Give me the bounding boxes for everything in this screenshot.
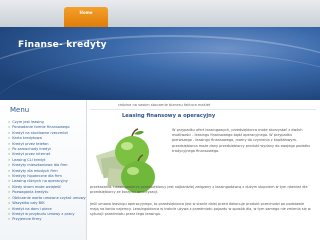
menu-title: Menu xyxy=(10,106,30,114)
sidebar: Menu Czym jest leasing Porwadanie formie… xyxy=(0,100,87,240)
article-title[interactable]: Leasing finansowy a operacyjny xyxy=(122,113,215,119)
article-paragraph: W przypadku ofert leasingowych, przedsię… xyxy=(172,128,311,153)
divider xyxy=(90,109,316,110)
nav-tab-home[interactable]: Home xyxy=(64,7,108,27)
main-content: radzina na swoim stoczenie biznesu faktu… xyxy=(90,100,316,240)
sidebar-menu: Czym jest leasing Porwadanie formie fina… xyxy=(8,120,86,223)
sidebar-menu-item[interactable]: Przyjemne firmy xyxy=(8,217,86,222)
article-paragraph: Jeśli umowa leasingu operacyjnego, to pr… xyxy=(90,202,311,217)
site-header: Finanse- kredyty xyxy=(0,27,320,100)
top-navigation-bar: Home xyxy=(0,0,320,27)
site-title[interactable]: Finanse- kredyty xyxy=(18,40,107,50)
article-paragraph: przekazania. Leasingobiorca przedsiębior… xyxy=(90,185,308,195)
content-area: Menu Czym jest leasing Porwadanie formie… xyxy=(0,100,320,240)
breadcrumb: radzina na swoim stoczenie biznesu faktu… xyxy=(118,103,211,107)
